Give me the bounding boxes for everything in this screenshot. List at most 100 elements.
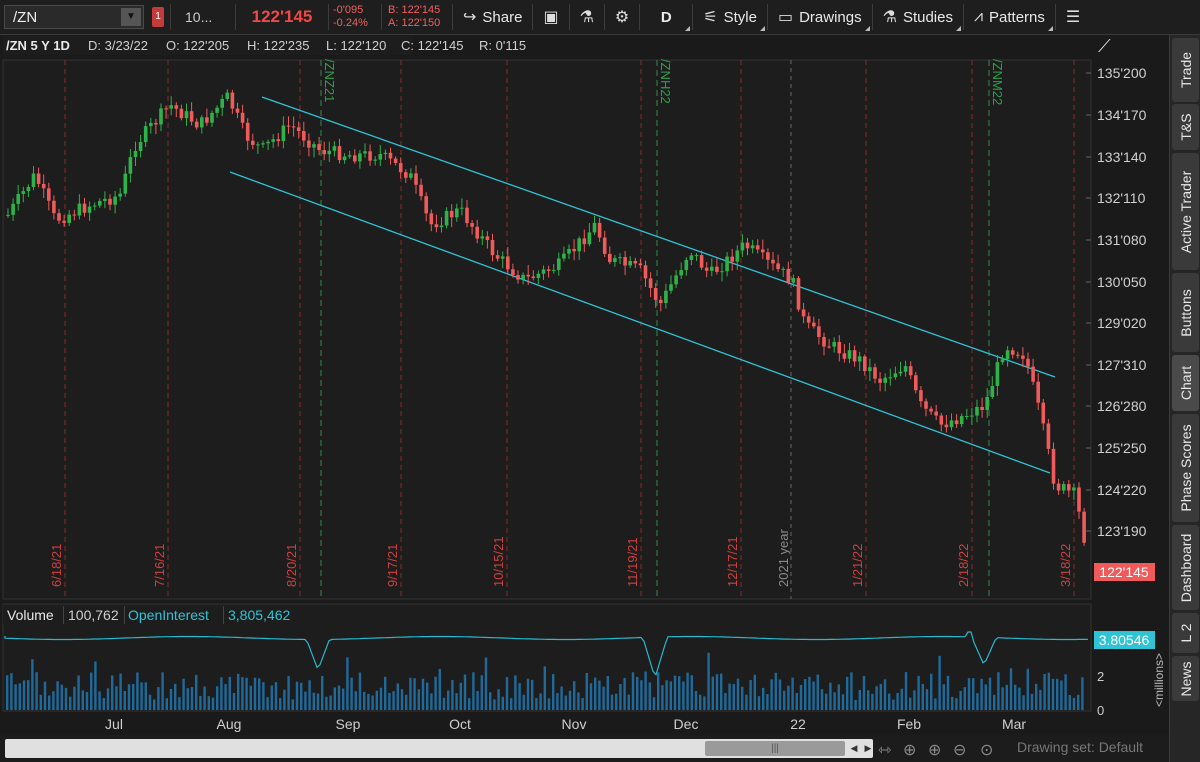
- reset-zoom-icon[interactable]: ⊙: [980, 740, 993, 760]
- volume-bar: [778, 679, 782, 710]
- candle-body: [368, 151, 372, 161]
- volume-bar: [497, 689, 500, 710]
- zoom-out-icon[interactable]: ⊖: [953, 740, 966, 760]
- candle-body: [873, 367, 877, 379]
- side-tab-phase-scores[interactable]: Phase Scores: [1172, 414, 1199, 522]
- volume-bar: [804, 679, 807, 710]
- candle-body: [633, 260, 638, 264]
- side-tab-l-2[interactable]: L 2: [1172, 613, 1199, 653]
- volume-bar: [942, 684, 945, 710]
- candle-body: [1046, 423, 1051, 449]
- style-button[interactable]: ⚟ Style: [693, 0, 767, 35]
- volume-bar: [350, 677, 353, 710]
- candle-body: [480, 236, 485, 239]
- quantity-field[interactable]: 10...: [171, 9, 235, 25]
- symbol-selector[interactable]: /ZN ▼: [4, 5, 144, 29]
- auto-scale-icon[interactable]: ⟋: [1098, 36, 1111, 56]
- volume-bar: [535, 698, 538, 710]
- chevron-down-icon[interactable]: ▼: [121, 8, 141, 26]
- header-high: H: 122'235: [247, 38, 309, 53]
- price-tick-label: 133'140: [1097, 149, 1147, 165]
- candle-body: [261, 143, 265, 145]
- side-tab-label: Phase Scores: [1177, 424, 1194, 512]
- candle-body: [57, 213, 61, 221]
- volume-bar: [972, 678, 975, 710]
- candle-body: [924, 401, 928, 409]
- volume-bar: [409, 677, 412, 710]
- pct-change: -0.24%: [333, 17, 368, 29]
- pan-icon[interactable]: ⇿: [878, 740, 891, 760]
- share-button[interactable]: ↪ Share: [453, 0, 532, 35]
- volume-bar: [459, 682, 462, 710]
- patterns-button[interactable]: ⩘ Patterns: [964, 0, 1055, 35]
- candle-body: [378, 154, 383, 160]
- volume-bar: [820, 689, 824, 710]
- candle-body: [516, 275, 520, 280]
- side-tab-buttons[interactable]: Buttons: [1172, 273, 1199, 352]
- volume-bar: [447, 690, 450, 710]
- horizontal-scrollbar[interactable]: ||| ◀ ▶: [5, 739, 873, 758]
- crosshair-icon[interactable]: ⊕: [903, 740, 916, 760]
- volume-bar: [594, 677, 597, 710]
- drawings-button[interactable]: ▭ Drawings: [768, 0, 872, 35]
- separator: [124, 606, 125, 624]
- drawing-set-label[interactable]: Drawing set: Default: [1017, 739, 1143, 755]
- candle-body: [322, 150, 326, 155]
- side-tab-trade[interactable]: Trade: [1172, 38, 1199, 102]
- volume-bar: [892, 699, 895, 710]
- side-tab-active-trader[interactable]: Active Trader: [1172, 153, 1199, 270]
- volume-bar: [518, 683, 521, 710]
- price-pane: [2, 59, 1092, 600]
- volume-bar: [329, 695, 332, 710]
- candle-body: [194, 121, 199, 128]
- volume-bar: [531, 679, 534, 710]
- volume-bar: [652, 697, 656, 710]
- scroll-right-icon[interactable]: ▶: [861, 741, 875, 756]
- date-marker-label: 12/17/21: [725, 536, 740, 587]
- bottom-bar: ||| ◀ ▶: [0, 735, 1169, 762]
- settings-button[interactable]: ⚙: [605, 0, 639, 35]
- volume-bar: [157, 687, 160, 710]
- volume-bar: [358, 672, 362, 710]
- volume-bar: [43, 681, 47, 710]
- volume-bar: [1030, 693, 1034, 710]
- volume-bar: [774, 672, 777, 710]
- candle-body: [898, 371, 903, 374]
- volume-bar: [640, 680, 643, 710]
- volume-bar: [753, 674, 756, 710]
- header-range: R: 0'115: [479, 38, 526, 53]
- candle-body: [92, 205, 97, 207]
- chart-area[interactable]: 6/18/21 7/16/21 8/20/21 9/17/21 10/15/21 11/1…: [0, 35, 1169, 735]
- candle-body: [1021, 355, 1025, 359]
- chart-settings-button[interactable]: ▣: [533, 0, 568, 35]
- side-tab-t-s[interactable]: T&S: [1172, 104, 1199, 150]
- scroll-left-icon[interactable]: ◀: [847, 741, 861, 756]
- volume-bar: [938, 655, 941, 710]
- interval-selector[interactable]: D: [640, 0, 692, 35]
- chart-menu-button[interactable]: ☰: [1056, 0, 1090, 35]
- volume-bar: [69, 696, 72, 710]
- scrollbar-thumb[interactable]: |||: [705, 741, 845, 756]
- volume-unit-label: <millions>: [1152, 653, 1166, 707]
- volume-bar: [766, 694, 769, 710]
- side-tab-chart[interactable]: Chart: [1172, 355, 1199, 411]
- studies-button[interactable]: ⚗ Studies: [873, 0, 963, 35]
- candle-body: [562, 253, 566, 259]
- candle-body: [949, 420, 954, 428]
- volume-bar: [127, 684, 131, 710]
- flask-button[interactable]: ⚗: [570, 0, 604, 35]
- link-group-badge[interactable]: 1: [152, 7, 164, 27]
- volume-bar: [1064, 674, 1067, 710]
- volume-bar: [60, 684, 63, 710]
- candle-body: [842, 353, 847, 359]
- candle-body: [1067, 484, 1071, 491]
- zoom-in-icon[interactable]: ⊕: [928, 740, 941, 760]
- date-marker-label: 10/15/21: [491, 536, 506, 587]
- volume-bar: [136, 672, 139, 710]
- side-tab-dashboard[interactable]: Dashboard: [1172, 525, 1199, 610]
- price-tick-label: 124'220: [1097, 482, 1147, 498]
- volume-bar: [22, 680, 26, 710]
- side-tab-news[interactable]: News: [1172, 656, 1199, 701]
- candle-body: [113, 196, 117, 205]
- volume-bar: [913, 690, 916, 710]
